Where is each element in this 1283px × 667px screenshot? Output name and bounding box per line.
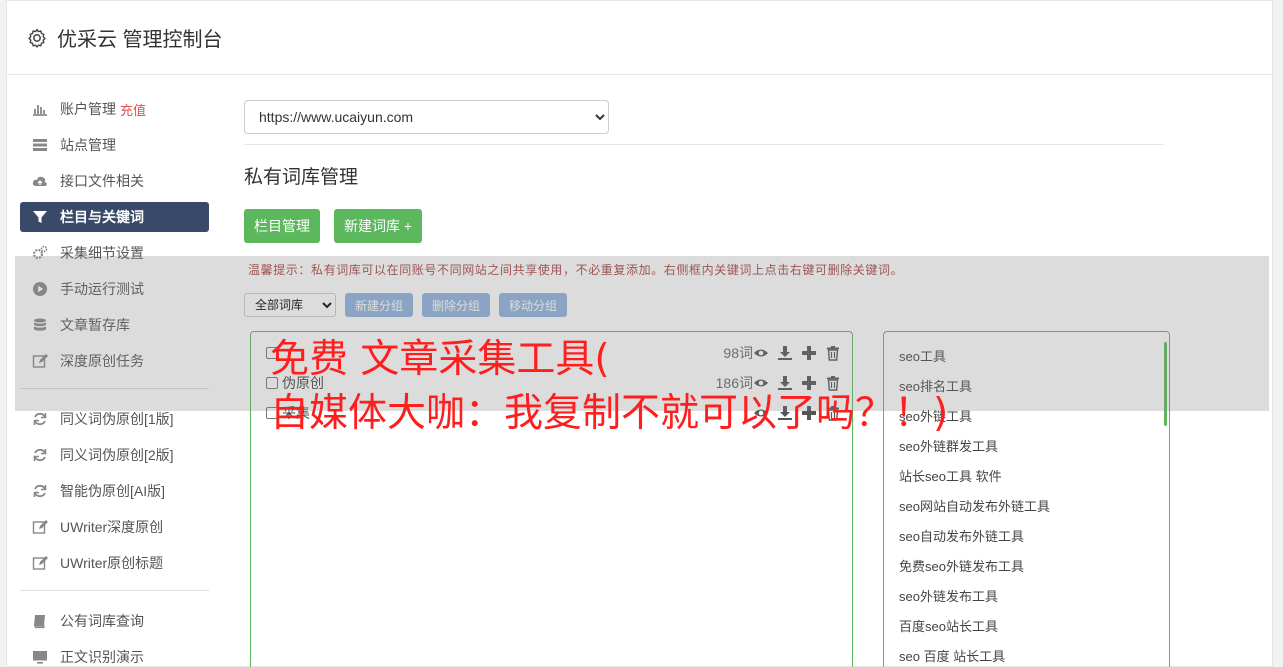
main-content: https://www.ucaiyun.com 私有词库管理 栏目管理 新建词库…: [244, 100, 1170, 667]
overlay-caption-line1: 免费 文章采集工具(: [270, 337, 610, 382]
keyword-item[interactable]: seo外链群发工具: [899, 437, 1050, 467]
sidebar-divider: [20, 590, 209, 591]
overlay-caption-line2: 自媒体大咖：我复制不就可以了吗？！): [270, 391, 949, 436]
sidebar-item-label: UWriter原创标题: [60, 555, 164, 571]
filter-icon: [30, 209, 50, 225]
page-title: 优采云 管理控制台: [57, 29, 223, 51]
bar-chart-icon: [30, 101, 50, 117]
sidebar-item-label: 同义词伪原创[2版]: [60, 447, 174, 463]
page-header: 优采云 管理控制台: [7, 1, 1272, 75]
sidebar-item-label: 接口文件相关: [60, 173, 144, 189]
sidebar-item-label: 同义词伪原创[1版]: [60, 411, 174, 427]
monitor-icon: [30, 649, 50, 665]
action-buttons: 栏目管理 新建词库 +: [244, 209, 423, 243]
sidebar-item-sites[interactable]: 站点管理: [20, 130, 209, 160]
sidebar-item-text-recognition[interactable]: 正文识别演示: [20, 642, 209, 667]
book-icon: [30, 613, 50, 629]
sidebar-item-label: 栏目与关键词: [60, 209, 144, 225]
keyword-item[interactable]: 百度seo站长工具: [899, 617, 1050, 647]
column-manage-button[interactable]: 栏目管理: [244, 209, 320, 243]
gear-icon: [28, 28, 46, 48]
sidebar-item-uwriter-deep[interactable]: UWriter深度原创: [20, 512, 209, 542]
overlay-caption: 免费 文章采集工具( 自媒体大咖：我复制不就可以了吗？！): [270, 333, 948, 441]
sidebar-item-label: UWriter深度原创: [60, 519, 164, 535]
recharge-link[interactable]: 充值: [120, 100, 146, 119]
section-title: 私有词库管理: [244, 167, 359, 188]
sidebar-item-label: 站点管理: [60, 137, 116, 153]
keyword-item[interactable]: seo网站自动发布外链工具: [899, 497, 1050, 527]
site-select[interactable]: https://www.ucaiyun.com: [244, 100, 609, 134]
edit-icon: [30, 555, 50, 571]
sidebar-item-label: 账户管理: [60, 101, 116, 117]
new-library-button[interactable]: 新建词库 +: [334, 209, 423, 243]
sidebar-item-label: 公有词库查询: [60, 613, 144, 629]
refresh-icon: [30, 447, 50, 463]
refresh-icon: [30, 411, 50, 427]
keyword-item[interactable]: 免费seo外链发布工具: [899, 557, 1050, 587]
keyword-item[interactable]: seo外链发布工具: [899, 587, 1050, 617]
server-icon: [30, 137, 50, 153]
sidebar-item-public-library[interactable]: 公有词库查询: [20, 606, 209, 636]
keyword-item[interactable]: 站长seo工具 软件: [899, 467, 1050, 497]
sidebar-item-account[interactable]: 账户管理 充值: [20, 94, 209, 124]
sidebar-item-columns-keywords[interactable]: 栏目与关键词: [20, 202, 209, 232]
sidebar-item-uwriter-title[interactable]: UWriter原创标题: [20, 548, 209, 578]
section-divider: [244, 144, 1164, 145]
sidebar-item-ai-rewrite[interactable]: 智能伪原创[AI版]: [20, 476, 209, 506]
edit-icon: [30, 519, 50, 535]
keyword-item[interactable]: seo自动发布外链工具: [899, 527, 1050, 557]
cloud-upload-icon: [30, 173, 50, 189]
sidebar-item-api-files[interactable]: 接口文件相关: [20, 166, 209, 196]
keyword-item[interactable]: seo 百度 站长工具: [899, 647, 1050, 667]
sidebar-item-label: 智能伪原创[AI版]: [60, 483, 166, 499]
sidebar-item-label: 正文识别演示: [60, 649, 144, 665]
sidebar-item-synonym-v2[interactable]: 同义词伪原创[2版]: [20, 440, 209, 470]
refresh-icon: [30, 483, 50, 499]
